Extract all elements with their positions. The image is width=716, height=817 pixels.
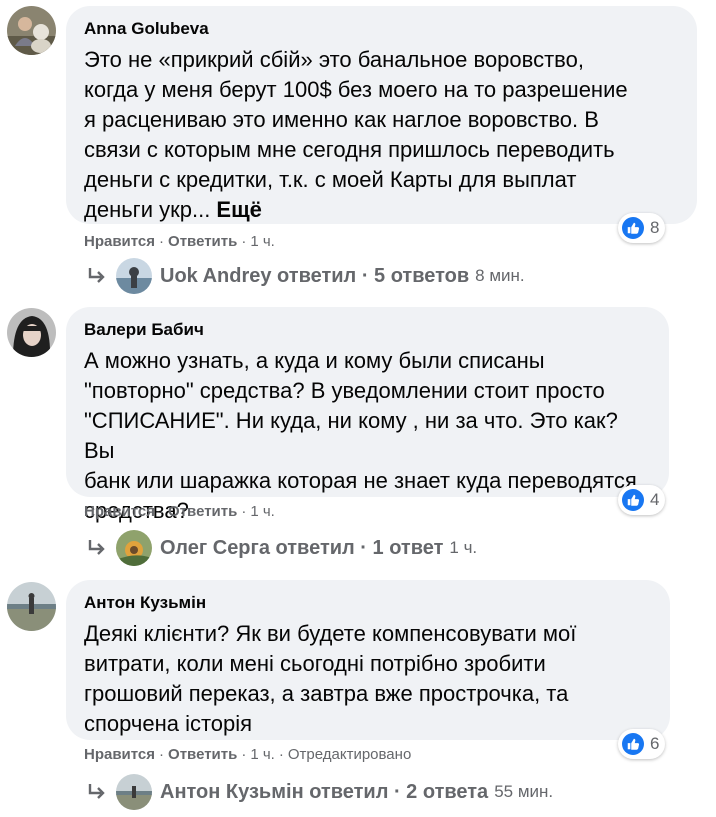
reply-avatar: [116, 530, 152, 566]
reply-arrow-icon: [88, 268, 105, 283]
comment-text: Это не «прикрий сбій» это банальное воро…: [84, 45, 681, 225]
reaction-badge[interactable]: 8: [618, 213, 666, 243]
comment-text-body: Это не «прикрий сбій» это банальное воро…: [84, 47, 628, 222]
comment-author[interactable]: Anna Golubeva: [84, 18, 681, 40]
replies-time: 8 мин.: [475, 266, 525, 285]
comment-bubble: Anna Golubeva Это не «прикрий сбій» это …: [66, 6, 697, 224]
reply-button[interactable]: Ответить: [168, 233, 237, 250]
comment-time[interactable]: 1 ч.: [250, 503, 275, 520]
comment-author[interactable]: Валери Бабич: [84, 319, 653, 341]
like-button[interactable]: Нравится: [84, 746, 155, 763]
replies-time: 1 ч.: [449, 538, 478, 557]
edited-label: Отредактировано: [287, 746, 412, 763]
like-thumb-icon: [622, 733, 644, 755]
reaction-count: 6: [650, 734, 660, 753]
comment-time[interactable]: 1 ч.: [250, 746, 275, 763]
reply-arrow-icon: [88, 784, 105, 799]
reaction-badge[interactable]: 4: [618, 485, 666, 515]
reply-button[interactable]: Ответить: [168, 503, 237, 520]
avatar-anna-golubeva[interactable]: [7, 6, 56, 55]
comment-actions: Нравится · Ответить · 1 ч. · Отредактировано: [84, 746, 412, 763]
like-thumb-icon: [622, 217, 644, 239]
reply-arrow-icon: [88, 540, 105, 555]
replies-summary[interactable]: Антон Кузьмін ответил · 2 ответа: [160, 781, 488, 804]
avatar-valeri-babich[interactable]: [7, 308, 56, 357]
comment-bubble: Антон Кузьмін Деякі клієнти? Як ви будет…: [66, 580, 670, 740]
replies-link[interactable]: Uok Andrey ответил · 5 ответов 8 мин.: [86, 258, 525, 294]
reaction-count: 8: [650, 218, 660, 237]
reaction-count: 4: [650, 490, 660, 509]
comment-text: А можно узнать, а куда и кому были списа…: [84, 348, 637, 523]
comment-time[interactable]: 1 ч.: [250, 233, 275, 250]
comment-actions: Нравится · Ответить · 1 ч.: [84, 233, 275, 250]
see-more-link[interactable]: Ещё: [216, 197, 261, 222]
avatar-anton-kuzmin[interactable]: [7, 582, 56, 631]
like-button[interactable]: Нравится: [84, 233, 155, 250]
comment-text: Деякі клієнти? Як ви будете компенсовува…: [84, 621, 577, 736]
reply-avatar: [116, 774, 152, 810]
like-button[interactable]: Нравится: [84, 503, 155, 520]
reply-avatar: [116, 258, 152, 294]
replies-summary[interactable]: Uok Andrey ответил · 5 ответов: [160, 265, 469, 288]
replies-time: 55 мин.: [494, 782, 554, 801]
comment-actions: Нравится · Ответить · 1 ч.: [84, 503, 275, 520]
replies-summary[interactable]: Олег Серга ответил · 1 ответ: [160, 537, 443, 560]
like-thumb-icon: [622, 489, 644, 511]
reply-button[interactable]: Ответить: [168, 746, 237, 763]
replies-link[interactable]: Антон Кузьмін ответил · 2 ответа 55 мин.: [86, 774, 553, 810]
comment-author[interactable]: Антон Кузьмін: [84, 592, 654, 614]
replies-link[interactable]: Олег Серга ответил · 1 ответ 1 ч.: [86, 530, 477, 566]
reaction-badge[interactable]: 6: [618, 729, 666, 759]
comment-bubble: Валери Бабич А можно узнать, а куда и ко…: [66, 307, 669, 523]
